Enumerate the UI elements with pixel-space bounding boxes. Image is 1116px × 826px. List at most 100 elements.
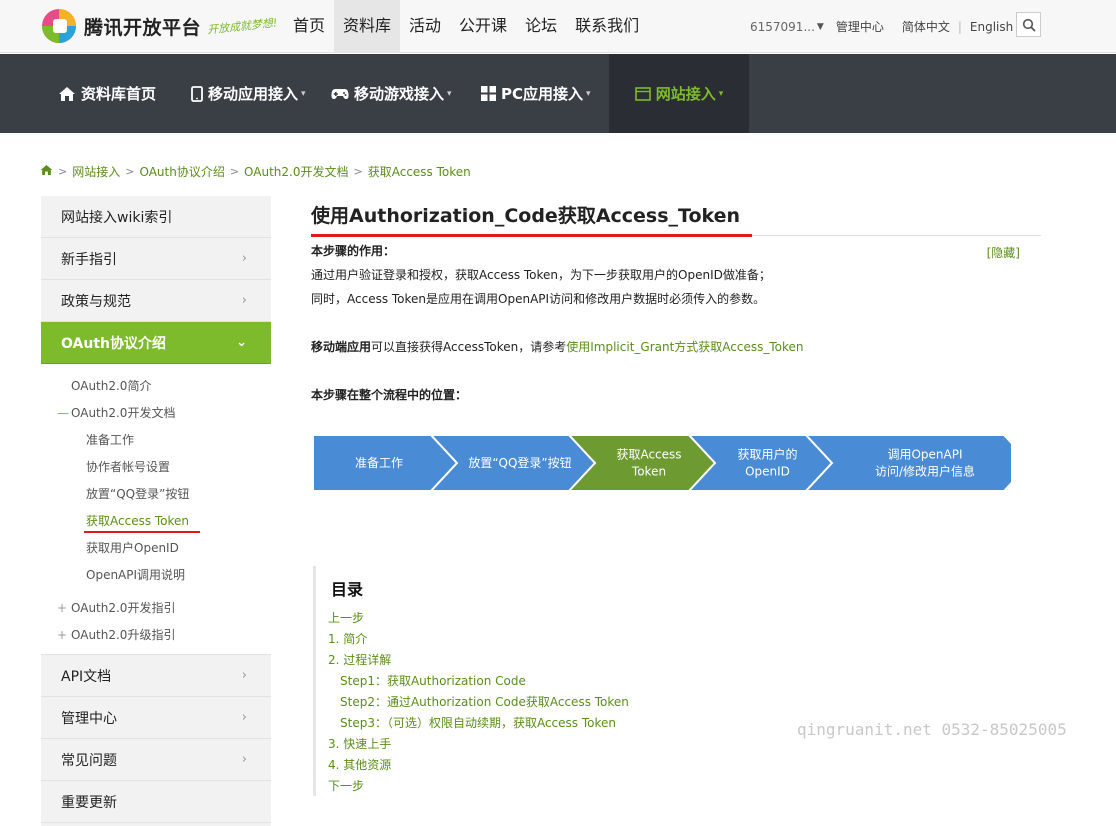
- mobile-icon: [191, 85, 203, 102]
- submenu-oauth-intro[interactable]: OAuth2.0简介: [41, 372, 271, 399]
- chevron-down-icon: ▾: [586, 88, 591, 99]
- purpose-line-1: 通过用户验证登录和授权，获取Access Token，为下一步获取用户的Open…: [311, 268, 771, 282]
- submenu-label: OAuth2.0开发指引: [71, 601, 176, 615]
- toc-link[interactable]: 上一步: [328, 608, 633, 629]
- sidebar-item-beginner-guide[interactable]: 新手指引 ›: [41, 238, 271, 280]
- nav-library[interactable]: 资料库: [334, 0, 401, 53]
- user-id[interactable]: 6157091...: [750, 20, 815, 34]
- toc-list: 上一步 1. 简介 2. 过程详解 Step1：获取Authorization Cod…: [328, 608, 633, 797]
- process-flow-diagram: 准备工作 放置“QQ登录”按钮 获取Access Token 获取用户的 OpenID 调用…: [312, 435, 1011, 492]
- top-header: 腾讯开放平台 开放成就梦想! 首页 资料库 活动 公开课 论坛 联系我们 615…: [0, 0, 1116, 53]
- minus-icon[interactable]: —: [57, 406, 69, 420]
- sidebar-item-label: 新手指引: [61, 251, 117, 268]
- submenu-item-current[interactable]: 获取Access Token: [41, 507, 271, 534]
- nav-home[interactable]: 首页: [284, 0, 334, 53]
- home-icon[interactable]: [40, 164, 53, 179]
- plus-icon[interactable]: +: [57, 628, 67, 642]
- nav-courses[interactable]: 公开课: [450, 0, 516, 53]
- submenu-item[interactable]: 准备工作: [41, 426, 271, 453]
- lang-en-link[interactable]: English: [970, 20, 1013, 34]
- toc-link[interactable]: Step1：获取Authorization Code: [328, 671, 633, 692]
- submenu-item[interactable]: 获取用户OpenID: [41, 534, 271, 561]
- sidebar-item-label: 管理中心: [61, 710, 117, 727]
- logo-slogan: 开放成就梦想!: [206, 16, 278, 37]
- submenu-label: OAuth2.0简介: [71, 379, 152, 393]
- sidebar-item-api-docs[interactable]: API文档 ›: [41, 655, 271, 697]
- mobile-note-text: 可以直接获得AccessToken，请参考: [371, 340, 567, 354]
- subnav-mobile-game[interactable]: 移动游戏接入 ▾: [331, 54, 452, 133]
- sidebar-item-policy[interactable]: 政策与规范 ›: [41, 280, 271, 322]
- chevron-right-icon: ›: [241, 668, 247, 683]
- manage-center-link[interactable]: 管理中心: [836, 18, 884, 35]
- breadcrumb-item[interactable]: 网站接入: [72, 163, 120, 180]
- sidebar-item-faq[interactable]: 常见问题 ›: [41, 739, 271, 781]
- sidebar-item-label: 网站接入wiki索引: [61, 209, 173, 226]
- subnav-label: 移动游戏接入: [354, 85, 445, 103]
- subnav-library-home[interactable]: 资料库首页: [58, 54, 156, 133]
- breadcrumb-item[interactable]: OAuth协议介绍: [139, 163, 224, 180]
- search-icon: [1022, 18, 1036, 32]
- submenu-item[interactable]: 放置“QQ登录”按钮: [41, 480, 271, 507]
- sidebar-item-label: OAuth协议介绍: [61, 335, 166, 352]
- subnav-label: 移动应用接入: [208, 85, 299, 103]
- nav-contact[interactable]: 联系我们: [566, 0, 648, 53]
- subnav-mobile-app[interactable]: 移动应用接入 ▾: [191, 54, 306, 133]
- lang-cn-link[interactable]: 简体中文: [902, 18, 950, 35]
- subnav-label: 网站接入: [655, 85, 716, 103]
- breadcrumb-item[interactable]: OAuth2.0开发文档: [244, 163, 348, 180]
- submenu-item[interactable]: 协作者帐号设置: [41, 453, 271, 480]
- toc-link[interactable]: Step2：通过Authorization Code获取Access Token: [328, 692, 633, 713]
- chevron-down-icon: ⌄: [236, 335, 247, 350]
- sidebar-item-wiki-index[interactable]: 网站接入wiki索引: [41, 196, 271, 238]
- site-logo[interactable]: 腾讯开放平台 开放成就梦想!: [40, 4, 278, 48]
- sidebar-item-manage-center[interactable]: 管理中心 ›: [41, 697, 271, 739]
- sidebar-item-label: API文档: [61, 668, 112, 685]
- chevron-right-icon: >: [125, 164, 135, 178]
- chevron-right-icon: ›: [241, 752, 247, 767]
- grid-icon: [481, 86, 496, 101]
- chevron-down-icon: ▾: [447, 88, 452, 99]
- submenu-item[interactable]: OpenAPI调用说明: [41, 561, 271, 588]
- caret-down-icon[interactable]: ▼: [817, 22, 824, 32]
- submenu-oauth-dev-doc[interactable]: — OAuth2.0开发文档: [41, 399, 271, 426]
- toc-link[interactable]: 1. 简介: [328, 629, 633, 650]
- toc-link[interactable]: 2. 过程详解: [328, 650, 633, 671]
- chevron-down-icon: ▾: [301, 88, 306, 99]
- sidebar-item-updates[interactable]: 重要更新: [41, 781, 271, 823]
- divider: |: [957, 19, 962, 34]
- flow-step-label: 调用OpenAPI: [887, 448, 962, 462]
- toc-link[interactable]: 下一步: [328, 776, 633, 797]
- sidebar-item-label: 重要更新: [61, 794, 117, 811]
- subnav-label: PC应用接入: [501, 85, 584, 103]
- toc-link[interactable]: 4. 其他资源: [328, 755, 633, 776]
- hide-section-link[interactable]: [隐藏]: [987, 244, 1020, 261]
- submenu-oauth-upgrade-guide[interactable]: + OAuth2.0升级指引: [41, 621, 271, 648]
- flow-step-shape: [803, 435, 1011, 492]
- toc-link[interactable]: Step3：（可选）权限自动续期，获取Access Token: [328, 713, 633, 734]
- nav-forum[interactable]: 论坛: [516, 0, 566, 53]
- implicit-grant-link[interactable]: 使用Implicit_Grant方式获取Access_Token: [566, 340, 803, 354]
- home-icon: [58, 86, 76, 102]
- breadcrumb-current[interactable]: 获取Access Token: [368, 163, 471, 180]
- library-subnav: 资料库首页 移动应用接入 ▾ 移动游戏接入 ▾ PC应用接入 ▾ 网站接入 ▾: [0, 54, 1116, 133]
- chevron-down-icon: ▾: [718, 88, 724, 99]
- submenu-oauth-dev-guide[interactable]: + OAuth2.0开发指引: [41, 594, 271, 621]
- article: 使用Authorization_Code获取Access_Token [隐藏] …: [311, 196, 1041, 407]
- flow-step-label: 准备工作: [355, 456, 403, 470]
- search-button[interactable]: [1016, 12, 1041, 37]
- subnav-website[interactable]: 网站接入 ▾: [609, 54, 749, 133]
- plus-icon[interactable]: +: [57, 601, 67, 615]
- subnav-pc-app[interactable]: PC应用接入 ▾: [481, 54, 591, 133]
- flow-step-label: 放置“QQ登录”按钮: [468, 455, 571, 470]
- main-nav: 首页 资料库 活动 公开课 论坛 联系我们: [284, 0, 648, 53]
- watermark: qingruanit.net 0532-85025005: [797, 720, 1067, 739]
- chevron-right-icon: ›: [241, 251, 247, 266]
- flow-step-label: 访问/修改用户信息: [875, 464, 975, 479]
- chevron-right-icon: >: [353, 164, 363, 178]
- sidebar-item-label: 政策与规范: [61, 293, 131, 310]
- toc-link[interactable]: 3. 快速上手: [328, 734, 633, 755]
- user-area: 6157091... ▼ 管理中心 简体中文 | English: [750, 0, 1013, 53]
- sidebar-item-oauth[interactable]: OAuth协议介绍 ⌄: [41, 322, 271, 364]
- nav-events[interactable]: 活动: [400, 0, 450, 53]
- flow-step: 调用OpenAPI 访问/修改用户信息: [803, 435, 1011, 492]
